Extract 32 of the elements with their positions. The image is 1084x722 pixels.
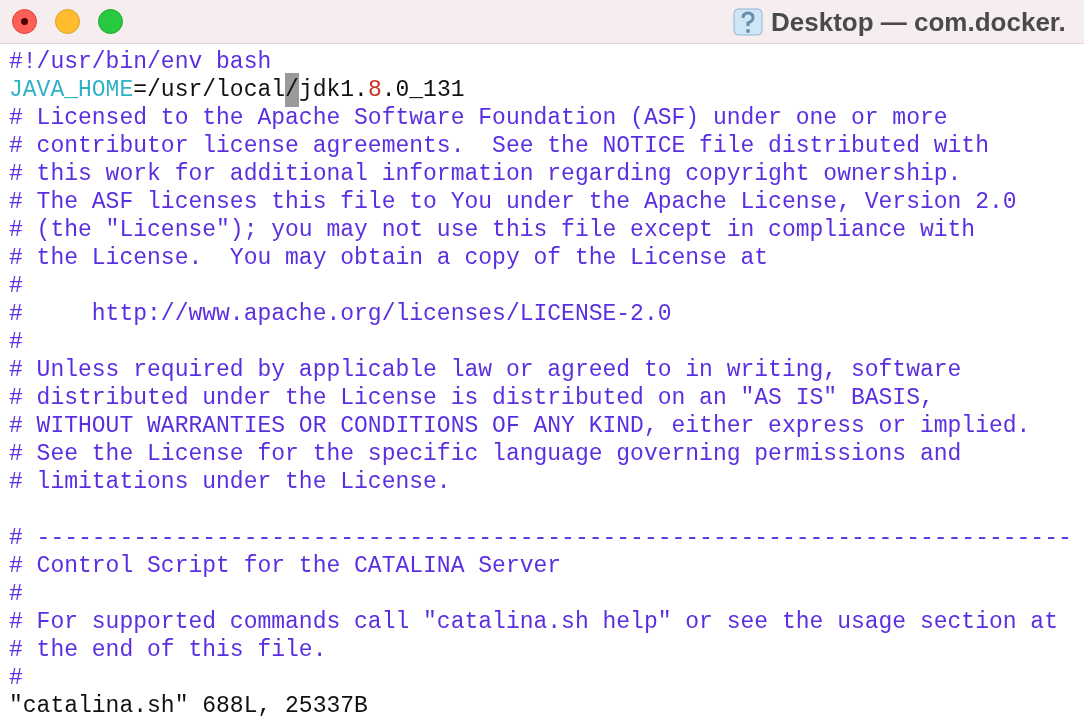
comment-text: # the end of this file. [9, 635, 327, 665]
comment-text: # [9, 327, 23, 357]
comment-text: # this work for additional information regarding copyright ownership. [9, 159, 962, 189]
comment-text: # Control Script for the CATALINA Server [9, 551, 562, 581]
cursor-character: / [285, 72, 299, 108]
comment-text: # [9, 579, 23, 609]
zoom-button[interactable] [98, 9, 123, 34]
variable-name: JAVA_HOME [9, 75, 134, 105]
comment-text: # WITHOUT WARRANTIES OR CONDITIONS OF ANY KIND, either express or implied. [9, 411, 1031, 441]
window-title: Desktop — com.docker. [771, 5, 1066, 39]
comment-text: # For supported commands call "catalina.sh help" or see the usage section at [9, 607, 1058, 637]
comment-text: # Unless required by applicable law or agreed to in writing, software [9, 355, 962, 385]
question-mark-icon [733, 8, 763, 36]
comment-text: # The ASF licenses this file to You under the Apache License, Version 2.0 [9, 187, 1017, 217]
number-literal: 8 [367, 75, 382, 105]
comment-text: # contributor license agreements. See the NOTICE file distributed with [9, 131, 989, 161]
close-button[interactable] [12, 9, 37, 34]
comment-text: # the License. You may obtain a copy of the License at [9, 243, 769, 273]
code-text: =/usr/local [133, 75, 286, 105]
status-line: "catalina.sh" 688L, 25337B [9, 691, 368, 721]
minimize-button[interactable] [55, 9, 80, 34]
comment-text: # http://www.apache.org/licenses/LICENSE-2.0 [9, 299, 672, 329]
code-text: .0_131 [381, 75, 465, 105]
comment-text: # distributed under the License is distributed on an "AS IS" BASIS, [9, 383, 934, 413]
comment-text: # limitations under the License. [9, 467, 451, 497]
comment-text: # See the License for the specific language governing permissions and [9, 439, 962, 469]
comment-text: # [9, 271, 23, 301]
code-text: jdk1. [298, 75, 368, 105]
comment-text: #!/usr/bin/env bash [9, 47, 272, 77]
comment-text: # --------------------------------------------------------------------------- [9, 523, 1072, 553]
comment-text: # [9, 663, 23, 693]
comment-text: # (the "License"); you may not use this file except in compliance with [9, 215, 976, 245]
